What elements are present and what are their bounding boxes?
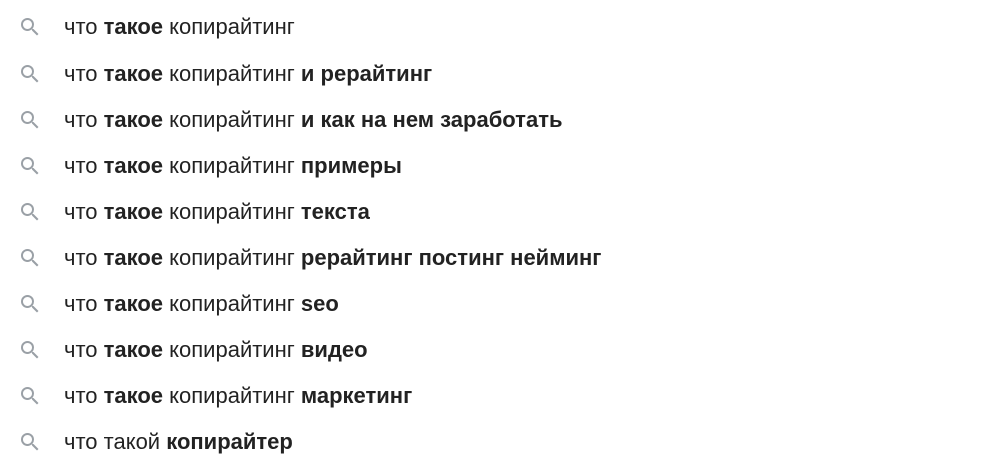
suggestion-item[interactable]: что такой копирайтер [0, 419, 990, 465]
suggestion-text: что такое копирайтинг и рерайтинг [64, 61, 432, 87]
suggestion-text-bold: такое [103, 383, 164, 408]
suggestion-text-regular: копирайтинг [163, 199, 301, 224]
suggestion-item[interactable]: что такое копирайтинг рерайтинг постинг … [0, 235, 990, 281]
suggestion-text-regular: копирайтинг [163, 153, 301, 178]
suggestion-text-regular: что [64, 107, 104, 132]
suggestion-text-regular: копирайтинг [163, 245, 301, 270]
suggestion-text: что такое копирайтинг видео [64, 337, 368, 363]
suggestion-text-bold: такое [103, 337, 164, 362]
suggestion-text-bold: примеры [300, 153, 402, 178]
suggestion-text-regular: что [64, 337, 104, 362]
suggestion-text: что такое копирайтинг seo [64, 291, 339, 317]
search-icon [18, 338, 42, 362]
search-icon [18, 200, 42, 224]
suggestion-item[interactable]: что такое копирайтинг текста [0, 189, 990, 235]
suggestion-text-regular: копирайтинг [163, 61, 301, 86]
suggestion-text-bold: копирайтер [166, 429, 293, 454]
suggestion-text-bold: текста [300, 199, 370, 224]
suggestion-item[interactable]: что такое копирайтинг [0, 4, 990, 50]
suggestion-text-bold: маркетинг [300, 383, 413, 408]
search-icon [18, 292, 42, 316]
search-icon [18, 384, 42, 408]
suggestion-text-regular: что [64, 199, 104, 224]
search-icon [18, 246, 42, 270]
suggestion-text: что такое копирайтинг [64, 14, 295, 40]
suggestion-item[interactable]: что такое копирайтинг и как на нем зараб… [0, 97, 990, 143]
suggestion-text: что такое копирайтинг рерайтинг постинг … [64, 245, 601, 271]
suggestion-text-bold: такое [103, 107, 164, 132]
suggestion-item[interactable]: что такое копирайтинг маркетинг [0, 373, 990, 419]
suggestion-text-bold: рерайтинг постинг нейминг [300, 245, 602, 270]
suggestion-text-bold: и рерайтинг [300, 61, 433, 86]
suggestion-text: что такой копирайтер [64, 429, 293, 455]
suggestion-text-regular: копирайтинг [163, 337, 301, 362]
search-icon [18, 15, 42, 39]
autocomplete-suggestion-list: что такое копирайтинг что такое копирайти… [0, 0, 990, 469]
suggestion-text-bold: seo [300, 291, 339, 316]
suggestion-text-regular: что [64, 61, 104, 86]
suggestion-text-bold: такое [103, 199, 164, 224]
suggestion-text-bold: видео [300, 337, 368, 362]
suggestion-text-regular: копирайтинг [163, 107, 301, 132]
suggestion-text-bold: такое [103, 245, 164, 270]
search-icon [18, 154, 42, 178]
suggestion-text-regular: что такой [64, 429, 167, 454]
search-icon [18, 430, 42, 454]
suggestion-text: что такое копирайтинг и как на нем зараб… [64, 107, 563, 133]
suggestion-text: что такое копирайтинг маркетинг [64, 383, 412, 409]
suggestion-item[interactable]: что такое копирайтинг видео [0, 327, 990, 373]
suggestion-text-bold: и как на нем заработать [300, 107, 563, 132]
suggestion-text: что такое копирайтинг примеры [64, 153, 402, 179]
suggestion-text-regular: что [64, 153, 104, 178]
suggestion-text-bold: такое [103, 14, 164, 39]
suggestion-item[interactable]: что такое копирайтинг seo [0, 281, 990, 327]
suggestion-item[interactable]: что такое копирайтинг и рерайтинг [0, 51, 990, 97]
suggestion-text-regular: копирайтинг [163, 14, 295, 39]
suggestion-text-regular: что [64, 291, 104, 316]
suggestion-item[interactable]: что такое копирайтинг примеры [0, 143, 990, 189]
suggestion-text-regular: копирайтинг [163, 383, 301, 408]
suggestion-text: что такое копирайтинг текста [64, 199, 370, 225]
suggestion-text-regular: копирайтинг [163, 291, 301, 316]
suggestion-text-regular: что [64, 14, 104, 39]
search-icon [18, 108, 42, 132]
search-icon [18, 62, 42, 86]
suggestion-text-bold: такое [103, 153, 164, 178]
suggestion-text-regular: что [64, 383, 104, 408]
suggestion-text-bold: такое [103, 61, 164, 86]
suggestion-text-bold: такое [103, 291, 164, 316]
suggestion-text-regular: что [64, 245, 104, 270]
